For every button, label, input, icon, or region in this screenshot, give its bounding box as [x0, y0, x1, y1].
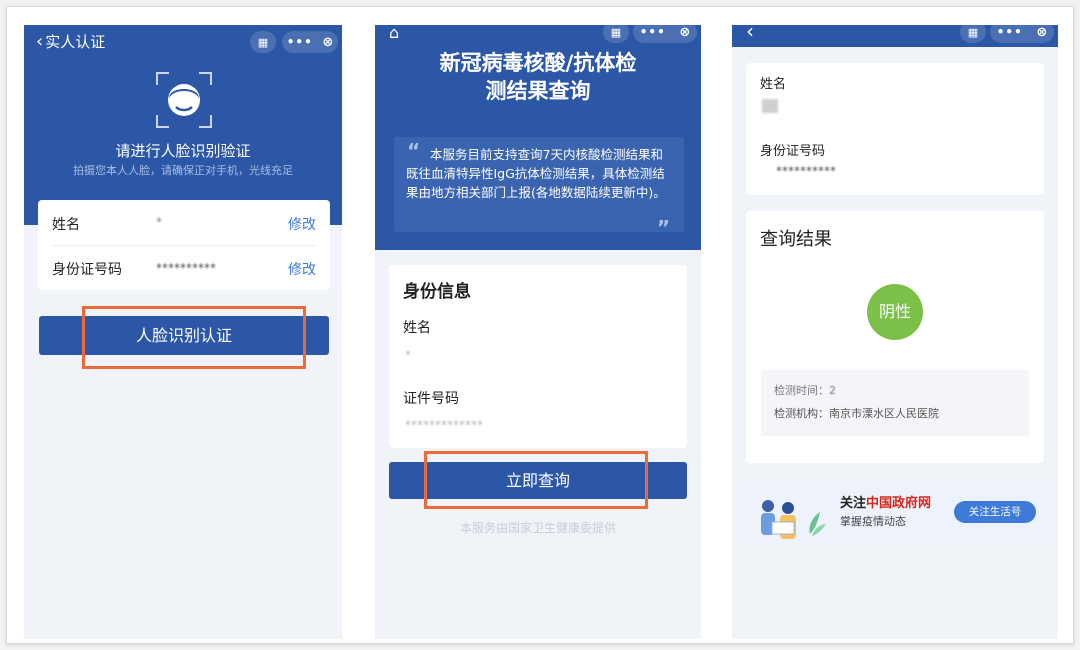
result-title: 查询结果 — [760, 229, 832, 250]
result-details: 检测时间：2 检测机构：南京市溧水区人民医院 — [761, 370, 1029, 436]
mini-program-capsule: ▦ ••• ⊗ — [960, 25, 1054, 43]
back-button[interactable]: ‹ 实人认证 — [36, 29, 105, 53]
screenshot-frame: ‹ 实人认证 ▦ ••• ⊗ 请进行人脸识别验证 拍摄您本人人脸，请确保正对手机… — [6, 6, 1074, 644]
home-icon[interactable]: ⌂ — [389, 25, 399, 42]
result-badge-text: 阴性 — [878, 302, 911, 321]
face-frame-icon — [155, 71, 213, 129]
banner-title: 关注中国政府网 — [840, 492, 931, 511]
notice-text: 本服务目前支持查询7天内核酸检测结果和既往血清特异性IgG抗体检测结果，具体检测… — [406, 147, 666, 200]
qr-icon[interactable]: ▦ — [960, 25, 986, 43]
mini-program-capsule: ▦ ••• ⊗ — [250, 31, 338, 53]
name-label: 姓名 — [403, 320, 431, 336]
name-value-redacted — [762, 99, 778, 113]
notice-box: “ 本服务目前支持查询7天内核酸检测结果和既往血清特异性IgG抗体检测结果，具体… — [394, 137, 684, 240]
highlight-box — [424, 451, 648, 509]
edit-id-link[interactable]: 修改 — [288, 259, 316, 279]
name-label: 姓名 — [760, 77, 787, 92]
back-icon[interactable]: ‹ — [746, 25, 754, 43]
banner-follow: 关注 — [840, 496, 867, 511]
chevron-left-icon: ‹ — [36, 30, 44, 52]
highlight-box — [82, 306, 306, 369]
page-title: 实人认证 — [45, 32, 106, 51]
name-label: 姓名 — [52, 217, 80, 233]
close-icon[interactable]: ⊗ — [1036, 25, 1047, 40]
id-label: 身份证号码 — [760, 144, 826, 159]
id-value: ********** — [776, 164, 836, 178]
close-quote-icon: ” — [656, 216, 670, 240]
banner-subtitle: 掌握疫情动态 — [840, 515, 906, 528]
id-value: ************* — [405, 418, 483, 432]
result-card: 查询结果 阴性 检测时间：2 检测机构：南京市溧水区人民医院 — [746, 211, 1044, 463]
test-org-row: 检测机构：南京市溧水区人民医院 — [774, 405, 939, 421]
qr-icon[interactable]: ▦ — [603, 25, 629, 43]
people-illustration — [752, 494, 832, 544]
more-icon[interactable]: ••• — [997, 25, 1023, 39]
identity-card: 姓名 * 修改 身份证号码 ********** 修改 — [38, 200, 330, 290]
footer-text: 本服务由国家卫生健康委提供 — [459, 521, 616, 535]
test-org-value: 南京市溧水区人民医院 — [829, 407, 939, 420]
test-org-label: 检测机构： — [774, 407, 829, 420]
id-label: 证件号码 — [403, 391, 459, 407]
screen-test-result: ‹ ▦ ••• ⊗ 姓名 身份证号码 ********** 查询结果 阴性 检测… — [732, 25, 1058, 639]
divider — [52, 245, 316, 246]
test-time-row: 检测时间：2 — [774, 382, 836, 398]
close-icon[interactable]: ⊗ — [322, 35, 333, 50]
follow-banner[interactable]: 关注中国政府网 掌握疫情动态 关注生活号 — [746, 480, 1044, 544]
qr-icon[interactable]: ▦ — [250, 31, 276, 53]
more-icon[interactable]: ••• — [287, 35, 313, 49]
capsule-menu: ••• ⊗ — [990, 25, 1054, 43]
test-time-label: 检测时间： — [774, 384, 829, 397]
follow-button[interactable]: 关注生活号 — [954, 501, 1036, 523]
edit-name-link[interactable]: 修改 — [288, 214, 316, 234]
more-icon[interactable]: ••• — [640, 25, 666, 39]
identity-card: 姓名 身份证号码 ********** — [746, 63, 1044, 195]
section-title: 身份信息 — [403, 282, 471, 302]
face-subtitle: 拍摄您本人人脸，请确保正对手机，光线充足 — [73, 164, 293, 177]
id-value: ********** — [156, 261, 216, 275]
mini-program-capsule: ▦ ••• ⊗ — [603, 25, 697, 43]
capsule-menu: ••• ⊗ — [282, 31, 338, 53]
face-title: 请进行人脸识别验证 — [115, 142, 251, 160]
title-line-1: 新冠病毒核酸/抗体检 — [439, 51, 637, 75]
screen-face-verification: ‹ 实人认证 ▦ ••• ⊗ 请进行人脸识别验证 拍摄您本人人脸，请确保正对手机… — [24, 25, 342, 639]
name-value: * — [156, 215, 162, 229]
name-value: * — [405, 348, 411, 362]
identity-card: 身份信息 姓名 * 证件号码 ************* — [389, 265, 687, 448]
id-label: 身份证号码 — [52, 262, 122, 278]
close-icon[interactable]: ⊗ — [679, 25, 690, 40]
test-time-value: 2 — [829, 384, 836, 397]
page-title: 新冠病毒核酸/抗体检 测结果查询 — [375, 49, 701, 105]
title-line-2: 测结果查询 — [485, 79, 591, 103]
negative-badge: 阴性 — [867, 284, 923, 340]
screen-test-query: ⌂ ▦ ••• ⊗ 新冠病毒核酸/抗体检 测结果查询 “ 本服务目前支持查询7天… — [375, 25, 701, 639]
capsule-menu: ••• ⊗ — [633, 25, 697, 43]
banner-brand: 中国政府网 — [866, 496, 932, 511]
